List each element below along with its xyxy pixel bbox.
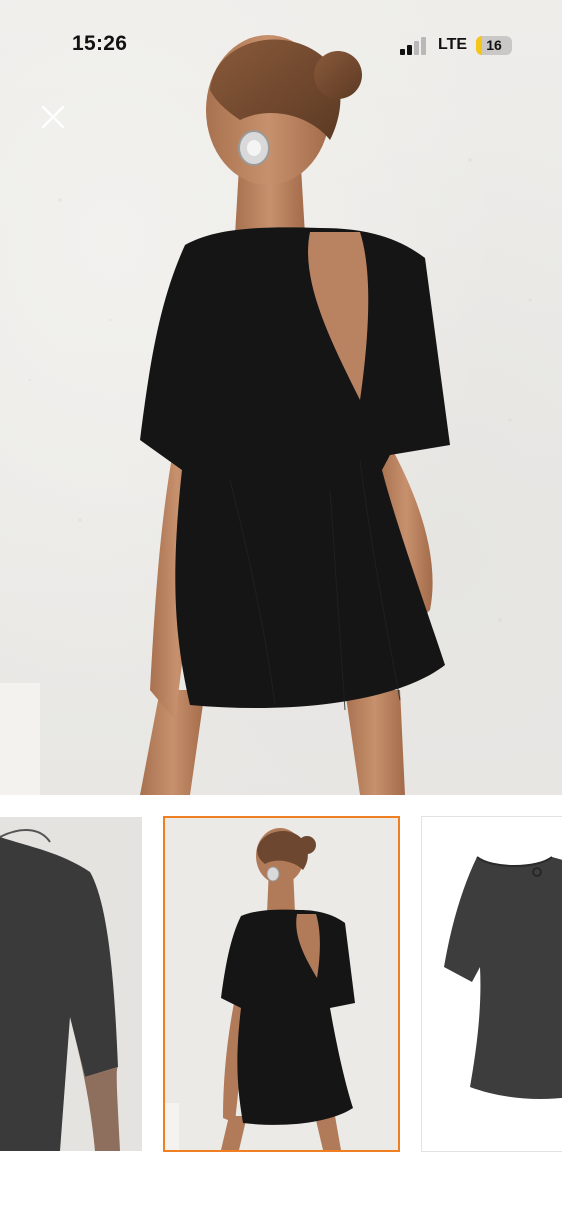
battery-percentage: 16: [486, 37, 502, 53]
thumbnail-image: [422, 817, 562, 1151]
close-button[interactable]: [38, 102, 68, 132]
thumbnail-shoulder-closeup[interactable]: [0, 817, 142, 1151]
network-type: LTE: [438, 36, 468, 53]
model-back-view-illustration: [0, 35, 532, 795]
thumbnail-back-view[interactable]: [163, 816, 400, 1152]
signal-bar: [400, 49, 405, 55]
close-icon: [41, 105, 65, 129]
cellular-signal-icon: [400, 37, 430, 55]
thumbnail-strip[interactable]: [0, 795, 562, 1221]
signal-bar: [407, 45, 412, 55]
signal-bar: [421, 37, 426, 55]
status-time: 15:26: [72, 32, 128, 55]
thumbnail-image: [165, 818, 398, 1150]
battery-icon: 16: [476, 36, 512, 55]
status-bar: 15:26 LTE 16: [0, 0, 562, 90]
signal-bar: [414, 41, 419, 55]
thumbnail-product-flatlay[interactable]: [421, 816, 562, 1152]
thumbnail-image: [0, 817, 142, 1151]
product-main-image[interactable]: [0, 0, 562, 795]
